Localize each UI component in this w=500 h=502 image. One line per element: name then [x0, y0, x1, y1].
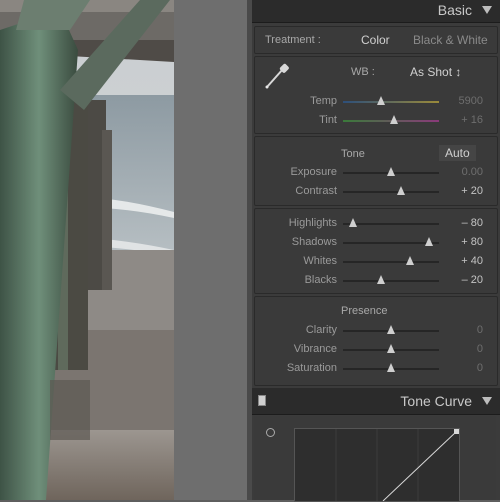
highlights-slider[interactable]: [343, 223, 439, 225]
contrast-label: Contrast: [295, 185, 337, 197]
tone-curve-title: Tone Curve: [400, 393, 472, 409]
shadows-value[interactable]: + 80: [443, 236, 483, 248]
whites-slider-thumb[interactable]: [406, 256, 415, 265]
exposure-value[interactable]: 0.00: [443, 166, 483, 178]
vibrance-label: Vibrance: [293, 343, 337, 355]
saturation-value[interactable]: 0: [443, 362, 483, 374]
wb-section: WB : As Shot ↕ Temp 5900 Tint + 16: [254, 56, 498, 134]
triangle-down-icon[interactable]: [482, 6, 492, 14]
treatment-color-button[interactable]: Color: [361, 33, 390, 47]
wb-label: WB :: [351, 66, 375, 78]
whites-value[interactable]: + 40: [443, 255, 483, 267]
tone-section: Tone Auto Exposure 0.00 Contrast + 20: [254, 136, 498, 206]
blacks-value[interactable]: – 20: [443, 274, 483, 286]
shadows-label: Shadows: [291, 236, 337, 248]
clarity-label: Clarity: [305, 324, 337, 336]
highlights-slider-thumb[interactable]: [348, 218, 357, 227]
photo-preview: [0, 0, 174, 500]
tone-curve-area: [254, 416, 496, 502]
treatment-section: Treatment : Color Black & White: [254, 26, 498, 54]
target-adjust-icon[interactable]: [266, 428, 275, 437]
temp-value[interactable]: 5900: [443, 95, 483, 107]
triangle-down-icon[interactable]: [482, 397, 492, 405]
vibrance-slider-thumb[interactable]: [387, 344, 395, 353]
eyedropper-icon[interactable]: [263, 61, 291, 94]
blacks-label: Blacks: [304, 274, 337, 286]
tone-label: Tone: [341, 148, 365, 160]
tone-curve-header[interactable]: Tone Curve: [252, 388, 500, 415]
basic-title: Basic: [437, 2, 472, 18]
presence-section: Presence Clarity 0 Vibrance 0 Saturation 0: [254, 296, 498, 386]
vibrance-value[interactable]: 0: [443, 343, 483, 355]
tone-curve-graph[interactable]: [294, 428, 460, 502]
exposure-label: Exposure: [290, 166, 337, 178]
temp-label: Temp: [310, 95, 337, 107]
tint-slider-thumb[interactable]: [389, 115, 398, 124]
temp-slider[interactable]: [343, 101, 439, 103]
blacks-slider-thumb[interactable]: [377, 275, 386, 284]
auto-tone-button[interactable]: Auto: [439, 145, 476, 161]
clarity-slider-thumb[interactable]: [387, 325, 395, 334]
treatment-bw-button[interactable]: Black & White: [413, 33, 488, 47]
tint-label: Tint: [319, 114, 337, 126]
tone-detail-section: Highlights – 80 Shadows + 80 Whites + 40 Black…: [254, 208, 498, 294]
treatment-label: Treatment :: [265, 34, 321, 46]
highlights-label: Highlights: [288, 217, 337, 229]
basic-header[interactable]: Basic: [252, 0, 500, 23]
clarity-value[interactable]: 0: [443, 324, 483, 336]
panel-gutter: [174, 0, 252, 500]
contrast-slider-thumb[interactable]: [396, 186, 405, 195]
blacks-slider[interactable]: [343, 280, 439, 282]
tint-value[interactable]: + 16: [443, 114, 483, 126]
shadows-slider-thumb[interactable]: [425, 237, 434, 246]
saturation-slider-thumb[interactable]: [387, 363, 395, 372]
highlights-value[interactable]: – 80: [443, 217, 483, 229]
temp-slider-thumb[interactable]: [377, 96, 386, 105]
whites-label: Whites: [303, 255, 337, 267]
saturation-label: Saturation: [286, 362, 337, 374]
exposure-slider-thumb[interactable]: [387, 167, 395, 176]
wb-select[interactable]: As Shot ↕: [410, 65, 461, 79]
panel-toggle-icon[interactable]: [258, 395, 266, 406]
contrast-slider[interactable]: [343, 191, 439, 193]
contrast-value[interactable]: + 20: [443, 185, 483, 197]
presence-label: Presence: [341, 305, 388, 317]
whites-slider[interactable]: [343, 261, 439, 263]
develop-panel: Basic Treatment : Color Black & White WB…: [252, 0, 500, 502]
